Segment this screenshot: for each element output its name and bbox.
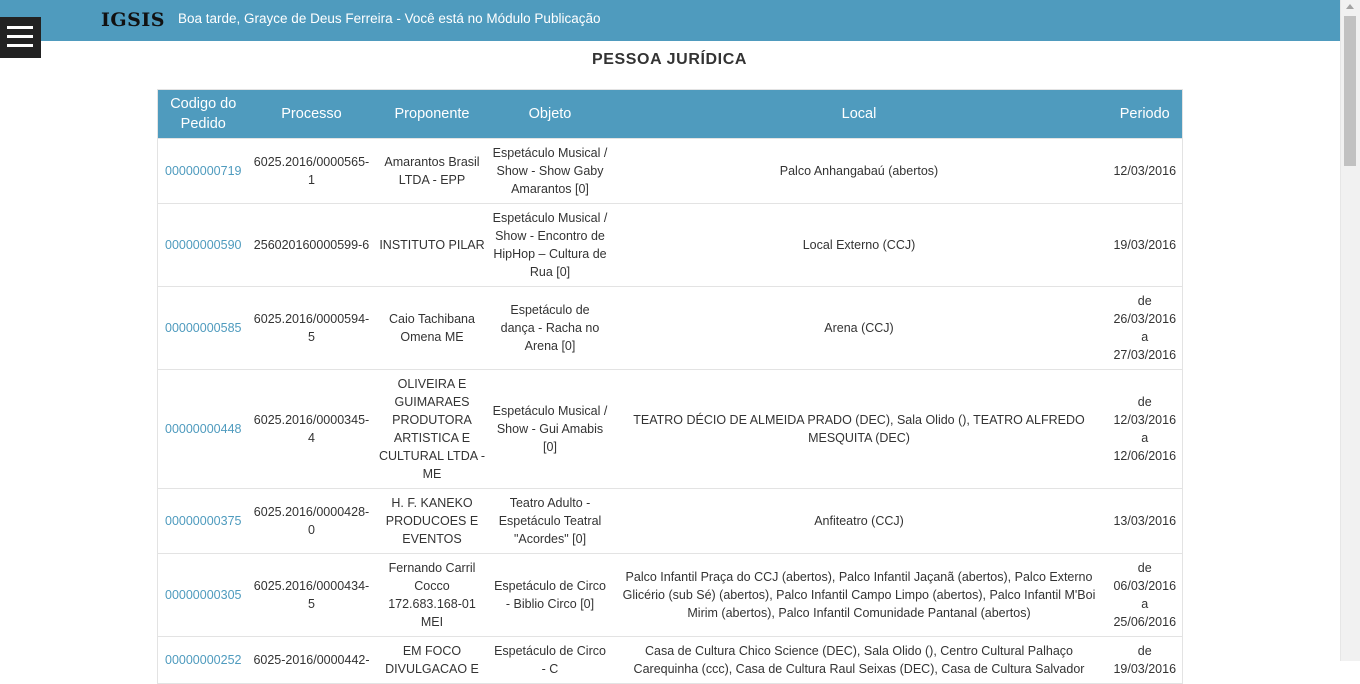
cell-local: Arena (CCJ)	[610, 286, 1108, 370]
table-header-row: Codigo do Pedido Processo Proponente Obj…	[157, 89, 1183, 139]
table-row: 00000000585 6025.2016/0000594-5 Caio Tac…	[157, 286, 1183, 370]
pedido-link[interactable]: 00000000375	[165, 514, 241, 528]
cell-codigo: 00000000252	[157, 636, 249, 684]
table-row: 00000000719 6025.2016/0000565-1 Amaranto…	[157, 138, 1183, 204]
table-row: 00000000252 6025-2016/0000442- EM FOCO D…	[157, 636, 1183, 684]
cell-local: Palco Anhangabaú (abertos)	[610, 138, 1108, 204]
cell-proponente: INSTITUTO PILAR	[374, 203, 490, 287]
cell-processo: 6025.2016/0000345-4	[248, 369, 375, 489]
cell-proponente: H. F. KANEKO PRODUCOES E EVENTOS	[374, 488, 490, 554]
column-header-periodo: Periodo	[1107, 89, 1183, 139]
cell-objeto: Teatro Adulto - Espetáculo Teatral "Acor…	[489, 488, 611, 554]
cell-codigo: 00000000448	[157, 369, 249, 489]
cell-local: TEATRO DÉCIO DE ALMEIDA PRADO (DEC), Sal…	[610, 369, 1108, 489]
pedido-link[interactable]: 00000000305	[165, 588, 241, 602]
column-header-local: Local	[610, 89, 1108, 139]
cell-periodo: de 12/03/2016 a 12/06/2016	[1107, 369, 1183, 489]
cell-processo: 6025-2016/0000442-	[248, 636, 375, 684]
page-title: PESSOA JURÍDICA	[591, 51, 748, 68]
cell-processo: 256020160000599-6	[248, 203, 375, 287]
cell-objeto: Espetáculo de Circo - Biblio Circo [0]	[489, 553, 611, 637]
cell-proponente: OLIVEIRA E GUIMARAES PRODUTORA ARTISTICA…	[374, 369, 490, 489]
menu-line	[7, 35, 33, 38]
column-header-objeto: Objeto	[489, 89, 611, 139]
cell-processo: 6025.2016/0000434-5	[248, 553, 375, 637]
cell-processo: 6025.2016/0000594-5	[248, 286, 375, 370]
cell-periodo: 13/03/2016	[1107, 488, 1183, 554]
cell-periodo: de 26/03/2016 a 27/03/2016	[1107, 286, 1183, 370]
table-row: 00000000375 6025.2016/0000428-0 H. F. KA…	[157, 488, 1183, 554]
cell-codigo: 00000000375	[157, 488, 249, 554]
cell-periodo: de 06/03/2016 a 25/06/2016	[1107, 553, 1183, 637]
hamburger-menu-icon[interactable]	[0, 17, 41, 58]
pedido-link[interactable]: 00000000590	[165, 238, 241, 252]
scroll-up-arrow-icon[interactable]	[1346, 4, 1354, 9]
table-row: 00000000448 6025.2016/0000345-4 OLIVEIRA…	[157, 369, 1183, 489]
vertical-scrollbar[interactable]	[1340, 0, 1360, 661]
cell-objeto: Espetáculo Musical / Show - Gui Amabis […	[489, 369, 611, 489]
cell-codigo: 00000000719	[157, 138, 249, 204]
cell-objeto: Espetáculo de dança - Racha no Arena [0]	[489, 286, 611, 370]
pedido-link[interactable]: 00000000719	[165, 164, 241, 178]
menu-line	[7, 44, 33, 47]
cell-periodo: 12/03/2016	[1107, 138, 1183, 204]
cell-local: Anfiteatro (CCJ)	[610, 488, 1108, 554]
column-header-codigo: Codigo do Pedido	[157, 89, 249, 139]
requests-table: Codigo do Pedido Processo Proponente Obj…	[157, 89, 1183, 684]
cell-processo: 6025.2016/0000428-0	[248, 488, 375, 554]
cell-periodo: 19/03/2016	[1107, 203, 1183, 287]
cell-proponente: Caio Tachibana Omena ME	[374, 286, 490, 370]
cell-objeto: Espetáculo Musical / Show - Encontro de …	[489, 203, 611, 287]
cell-codigo: 00000000305	[157, 553, 249, 637]
scrollbar-thumb[interactable]	[1344, 16, 1356, 166]
pedido-link[interactable]: 00000000585	[165, 321, 241, 335]
top-header-bar: IGSIS Boa tarde, Grayce de Deus Ferreira…	[0, 0, 1341, 41]
cell-local: Palco Infantil Praça do CCJ (abertos), P…	[610, 553, 1108, 637]
cell-codigo: 00000000590	[157, 203, 249, 287]
cell-proponente: Fernando Carril Cocco 172.683.168-01 MEI	[374, 553, 490, 637]
pedido-link[interactable]: 00000000252	[165, 653, 241, 667]
cell-periodo: de 19/03/2016	[1107, 636, 1183, 684]
greeting-text: Boa tarde, Grayce de Deus Ferreira - Voc…	[178, 11, 601, 26]
cell-local: Casa de Cultura Chico Science (DEC), Sal…	[610, 636, 1108, 684]
table-row: 00000000305 6025.2016/0000434-5 Fernando…	[157, 553, 1183, 637]
cell-local: Local Externo (CCJ)	[610, 203, 1108, 287]
cell-proponente: EM FOCO DIVULGACAO E	[374, 636, 490, 684]
cell-codigo: 00000000585	[157, 286, 249, 370]
cell-objeto: Espetáculo de Circo - C	[489, 636, 611, 684]
cell-objeto: Espetáculo Musical / Show - Show Gaby Am…	[489, 138, 611, 204]
table-row: 00000000590 256020160000599-6 INSTITUTO …	[157, 203, 1183, 287]
requests-table-container: Codigo do Pedido Processo Proponente Obj…	[157, 89, 1183, 684]
cell-processo: 6025.2016/0000565-1	[248, 138, 375, 204]
column-header-proponente: Proponente	[374, 89, 490, 139]
pedido-link[interactable]: 00000000448	[165, 422, 241, 436]
column-header-processo: Processo	[248, 89, 375, 139]
menu-line	[7, 26, 33, 29]
brand-logo[interactable]: IGSIS	[101, 9, 165, 31]
cell-proponente: Amarantos Brasil LTDA - EPP	[374, 138, 490, 204]
